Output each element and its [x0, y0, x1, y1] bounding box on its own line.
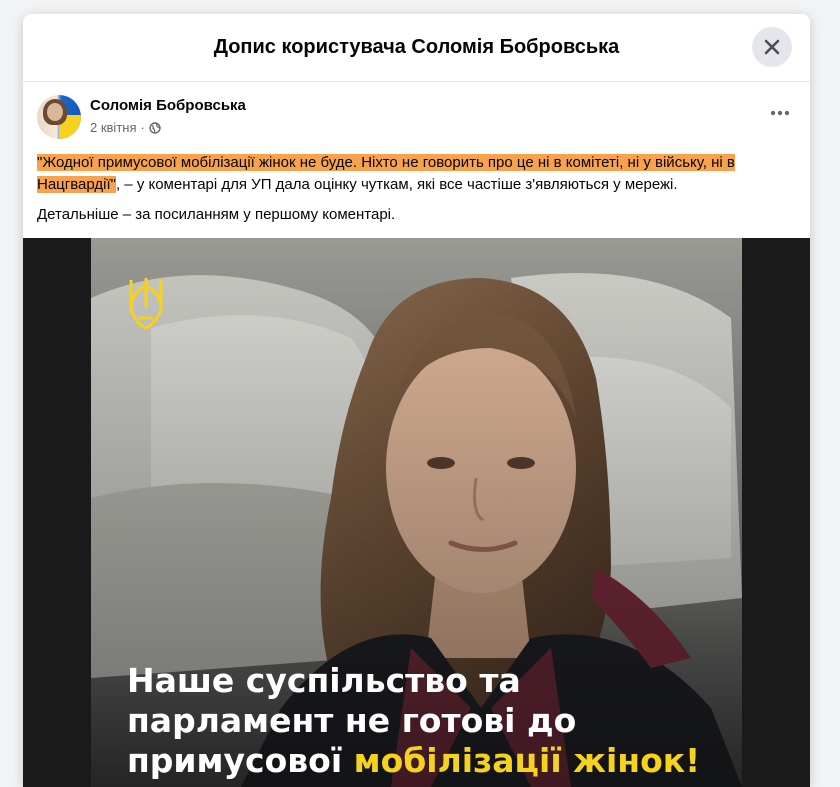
post-text: "Жодної примусової мобілізації жінок не …: [23, 152, 810, 226]
post-header: Соломія Бобровська 2 квітня ·: [23, 82, 810, 139]
caption-line-3-white: примусової: [127, 741, 354, 780]
globe-icon: [149, 122, 161, 134]
avatar[interactable]: [37, 95, 81, 139]
close-button[interactable]: [752, 27, 792, 67]
more-options-icon: [770, 110, 790, 116]
dialog-title: Допис користувача Соломія Бобровська: [213, 36, 620, 58]
post-photo[interactable]: Наше суспільство та парламент не готові …: [91, 238, 742, 787]
close-icon: [764, 39, 780, 55]
more-options-button[interactable]: [762, 95, 798, 131]
caption-line-1: Наше суспільство та: [127, 661, 521, 700]
caption-line-3: примусової мобілізації жінок!: [127, 741, 707, 781]
post-paragraph-2: Детальніше – за посиланням у першому ком…: [37, 206, 396, 223]
post-meta: 2 квітня ·: [90, 119, 246, 137]
image-caption: Наше суспільство та парламент не готові …: [127, 661, 707, 781]
post-date[interactable]: 2 квітня: [90, 119, 137, 137]
post-dialog: Допис користувача Соломія Бобровська Сол…: [23, 14, 810, 787]
caption-line-3-yellow: мобілізації жінок!: [353, 741, 701, 780]
quote-continuation: , – у коментарі для УП дала оцінку чутка…: [115, 176, 678, 193]
post-media[interactable]: Наше суспільство та парламент не готові …: [23, 238, 810, 787]
post-paragraph-1: "Жодної примусової мобілізації жінок не …: [37, 152, 794, 196]
dialog-header: Допис користувача Соломія Бобровська: [23, 14, 810, 82]
meta-separator: ·: [140, 120, 145, 135]
caption-line-2: парламент не готові до: [127, 701, 577, 740]
author-name[interactable]: Соломія Бобровська: [90, 96, 246, 116]
author-block: Соломія Бобровська 2 квітня ·: [90, 96, 246, 137]
